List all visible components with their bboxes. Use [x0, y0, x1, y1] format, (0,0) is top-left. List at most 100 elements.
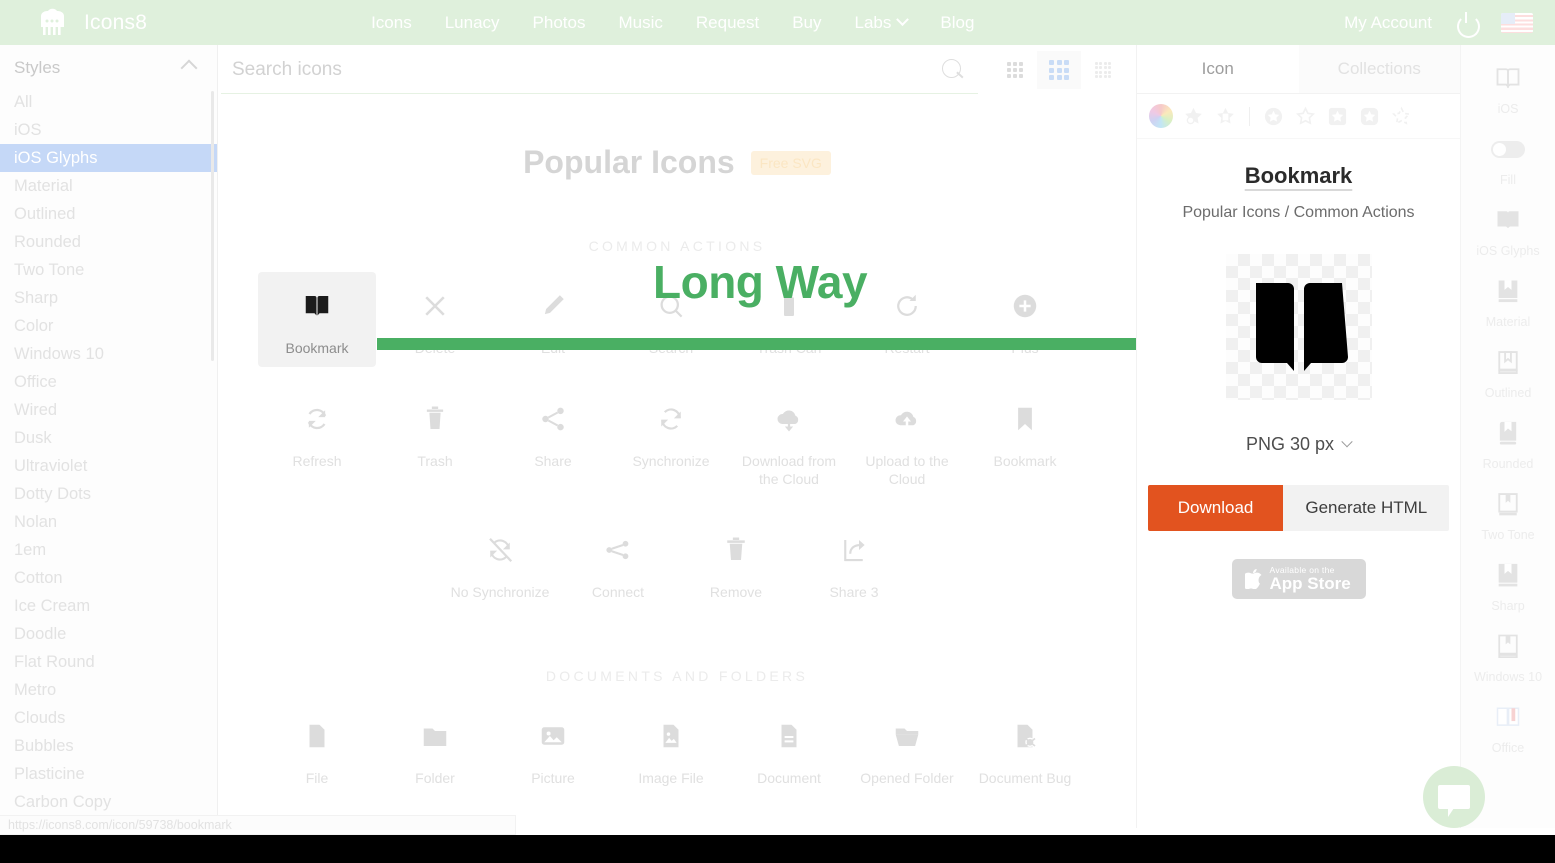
nav-item-buy[interactable]: Buy: [792, 13, 821, 33]
bookmark-material-icon: [1494, 274, 1522, 308]
icon-cell-remove[interactable]: Remove: [677, 516, 795, 611]
search-input[interactable]: [232, 45, 992, 94]
star-circle-icon[interactable]: [1262, 105, 1285, 128]
sidebar-item-two-tone[interactable]: Two Tone: [0, 256, 217, 284]
star-outline-icon[interactable]: [1294, 105, 1317, 128]
icon-cell-trash[interactable]: Trash: [376, 385, 494, 498]
icon-cell-share-3[interactable]: Share 3: [795, 516, 913, 611]
nav-item-icons[interactable]: Icons: [371, 13, 412, 33]
nav-item-labs[interactable]: Labs: [855, 13, 910, 33]
rail-item-label: Outlined: [1484, 386, 1532, 400]
rail-item-rounded[interactable]: Rounded: [1461, 400, 1555, 471]
icon-cell-connect[interactable]: Connect: [559, 516, 677, 611]
icon-cell-synchronize[interactable]: Synchronize: [612, 385, 730, 498]
nav-item-photos[interactable]: Photos: [533, 13, 586, 33]
chevron-up-icon[interactable]: [180, 59, 198, 77]
document-icon: [732, 716, 846, 756]
generate-html-button[interactable]: Generate HTML: [1283, 485, 1450, 531]
rail-item-office[interactable]: Office: [1461, 684, 1555, 755]
sidebar-item-color[interactable]: Color: [0, 312, 217, 340]
icon-cell-file[interactable]: File: [258, 702, 376, 797]
sidebar-item-all[interactable]: All: [0, 88, 217, 116]
star-badge-icon[interactable]: [1214, 105, 1237, 128]
icon-cell-edit[interactable]: Edit: [494, 272, 612, 367]
sidebar-item-carbon-copy[interactable]: Carbon Copy: [0, 788, 217, 816]
sidebar-item-material[interactable]: Material: [0, 172, 217, 200]
sidebar-item-windows-10[interactable]: Windows 10: [0, 340, 217, 368]
rail-item-ios[interactable]: iOS: [1461, 45, 1555, 116]
sidebar-item-metro[interactable]: Metro: [0, 676, 217, 704]
icon-cell-image-file[interactable]: Image File: [612, 702, 730, 797]
rail-item-sharp[interactable]: Sharp: [1461, 542, 1555, 613]
rail-item-ios-glyphs[interactable]: iOS Glyphs: [1461, 187, 1555, 258]
nav-item-lunacy[interactable]: Lunacy: [445, 13, 500, 33]
sidebar-item-plasticine[interactable]: Plasticine: [0, 760, 217, 788]
search-icon[interactable]: [942, 59, 964, 81]
sidebar-item-cotton[interactable]: Cotton: [0, 564, 217, 592]
nav-item-request[interactable]: Request: [696, 13, 759, 33]
app-store-badge[interactable]: Available on the App Store: [1231, 559, 1366, 599]
star-square-icon[interactable]: [1326, 105, 1349, 128]
sidebar-item-sharp[interactable]: Sharp: [0, 284, 217, 312]
sidebar-item-bubbles[interactable]: Bubbles: [0, 732, 217, 760]
sidebar-item-ios-glyphs[interactable]: iOS Glyphs: [0, 144, 217, 172]
download-button[interactable]: Download: [1147, 485, 1284, 531]
color-wheel-icon[interactable]: [1149, 104, 1173, 128]
icon-cell-picture[interactable]: Picture: [494, 702, 612, 797]
icon-cell-document[interactable]: Document: [730, 702, 848, 797]
sidebar-item-ice-cream[interactable]: Ice Cream: [0, 592, 217, 620]
sidebar-item-ultraviolet[interactable]: Ultraviolet: [0, 452, 217, 480]
rail-item-material[interactable]: Material: [1461, 258, 1555, 329]
sidebar-item-outlined[interactable]: Outlined: [0, 200, 217, 228]
icon-cell-refresh[interactable]: Refresh: [258, 385, 376, 498]
nav-item-music[interactable]: Music: [618, 13, 662, 33]
icon-cell-bookmark[interactable]: Bookmark: [966, 385, 1084, 498]
icon-cell-folder[interactable]: Folder: [376, 702, 494, 797]
grid-large-view-button[interactable]: [1081, 51, 1125, 89]
tab-collections[interactable]: Collections: [1298, 45, 1460, 94]
icon-cell-document-bug[interactable]: Document Bug: [966, 702, 1084, 797]
brand[interactable]: Icons8: [0, 6, 147, 40]
nav-item-blog[interactable]: Blog: [940, 13, 974, 33]
tab-icon[interactable]: Icon: [1137, 45, 1299, 94]
fill-toggle[interactable]: [1491, 132, 1525, 166]
icon-cell-delete[interactable]: Delete: [376, 272, 494, 367]
icon-cell-plus[interactable]: Plus: [966, 272, 1084, 367]
sidebar-item-1em[interactable]: 1em: [0, 536, 217, 564]
sidebar-scrollbar[interactable]: [211, 91, 214, 361]
rail-item-fill[interactable]: Fill: [1461, 116, 1555, 187]
icon-cell-opened-folder[interactable]: Opened Folder: [848, 702, 966, 797]
grid-small-view-button[interactable]: [993, 51, 1037, 89]
sidebar-item-rounded[interactable]: Rounded: [0, 228, 217, 256]
icon-cell-label: Upload to the Cloud: [865, 453, 949, 487]
sidebar-item-dotty-dots[interactable]: Dotty Dots: [0, 480, 217, 508]
icon-sections: COMMON ACTIONS Bookmark Delete Edit Search Tr…: [218, 238, 1136, 797]
rail-item-outlined[interactable]: Outlined: [1461, 329, 1555, 400]
sidebar-item-nolan[interactable]: Nolan: [0, 508, 217, 536]
chat-fab-button[interactable]: [1423, 766, 1485, 828]
power-icon[interactable]: [1456, 12, 1480, 38]
sidebar-item-ios[interactable]: iOS: [0, 116, 217, 144]
icon-cell-download-from-the-cloud[interactable]: Download from the Cloud: [730, 385, 848, 498]
icon-cell-bookmark[interactable]: Bookmark: [258, 272, 376, 367]
rail-item-two-tone[interactable]: Two Tone: [1461, 471, 1555, 542]
icon-cell-no-synchronize[interactable]: No Synchronize: [441, 516, 559, 611]
my-account-link[interactable]: My Account: [1344, 13, 1432, 33]
star-dashed-icon[interactable]: [1390, 105, 1413, 128]
rail-item-label: Sharp: [1491, 599, 1525, 613]
grid-medium-view-button[interactable]: [1037, 51, 1081, 89]
format-dropdown[interactable]: PNG 30 px: [1137, 434, 1460, 455]
sidebar-item-doodle[interactable]: Doodle: [0, 620, 217, 648]
star-rounded-icon[interactable]: [1358, 105, 1381, 128]
sidebar-item-clouds[interactable]: Clouds: [0, 704, 217, 732]
us-flag-icon[interactable]: [1501, 12, 1533, 33]
rail-item-windows-10[interactable]: Windows 10: [1461, 613, 1555, 684]
sidebar-item-office[interactable]: Office: [0, 368, 217, 396]
sidebar-item-dusk[interactable]: Dusk: [0, 424, 217, 452]
document-bug-icon: [968, 716, 1082, 756]
sidebar-item-flat-round[interactable]: Flat Round: [0, 648, 217, 676]
icon-cell-share[interactable]: Share: [494, 385, 612, 498]
sidebar-item-wired[interactable]: Wired: [0, 396, 217, 424]
icon-cell-upload-to-the-cloud[interactable]: Upload to the Cloud: [848, 385, 966, 498]
star-shadow-icon[interactable]: [1182, 105, 1205, 128]
